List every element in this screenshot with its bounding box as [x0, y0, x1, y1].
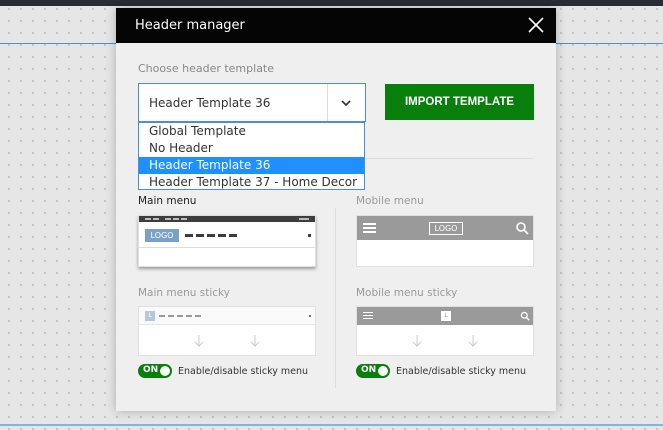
dropdown-option-template-37[interactable]: Header Template 37 - Home Decor [139, 174, 364, 191]
menu-item-dash [168, 315, 174, 317]
close-button[interactable] [525, 14, 547, 36]
toggle-state: ON [361, 365, 377, 375]
toggle-state: ON [143, 365, 159, 375]
menu-dot [308, 234, 311, 237]
mobile-sticky-toggle[interactable]: ON [356, 364, 390, 378]
mobile-sticky-bar: L [357, 307, 533, 325]
header-manager-modal: Header manager Choose header template He… [116, 8, 556, 411]
menu-item-dash [207, 234, 215, 237]
select-divider [327, 84, 328, 121]
mobile-sticky-toggle-label: Enable/disable sticky menu [396, 366, 527, 377]
mobile-bar: LOGO [357, 216, 533, 240]
menu-item-dash [159, 315, 165, 317]
modal-title: Header manager [135, 18, 245, 33]
main-sticky-toggle[interactable]: ON [138, 364, 172, 378]
close-icon [528, 17, 544, 33]
main-menu-sticky-label: Main menu sticky [138, 287, 230, 299]
main-menu-preview[interactable]: LOGO [138, 215, 316, 267]
arrow-down-icon [250, 335, 260, 347]
arrow-down-icon [194, 335, 204, 347]
column-divider [335, 208, 336, 388]
menu-item-dash [195, 315, 201, 317]
mobile-menu-label: Mobile menu [356, 195, 424, 207]
chevron-down-icon [341, 100, 351, 107]
template-select-value: Header Template 36 [149, 96, 271, 110]
topbar-link [165, 218, 171, 220]
menu-item-dash [185, 234, 193, 237]
topbar-link [181, 218, 187, 220]
menu-item-dash [186, 315, 192, 317]
mobile-menu-sticky-label: Mobile menu sticky [356, 287, 458, 299]
mobile-menu-preview[interactable]: LOGO [356, 215, 534, 267]
divider [356, 158, 534, 159]
menu-item-dash [229, 234, 237, 237]
mobile-logo-placeholder: LOGO [429, 222, 463, 235]
guide-line-bottom [0, 424, 663, 426]
toggle-knob [378, 366, 388, 376]
menu-item-dash [177, 315, 183, 317]
dropdown-option-no-header[interactable]: No Header [139, 140, 364, 157]
topbar-link [173, 218, 179, 220]
main-sticky-toggle-label: Enable/disable sticky menu [178, 366, 309, 377]
top-strip [0, 0, 663, 6]
logo-placeholder: LOGO [145, 229, 179, 242]
arrow-down-icon [468, 335, 478, 347]
preview-menu-row: LOGO [139, 222, 315, 248]
mini-logo-placeholder: L [145, 311, 155, 321]
main-sticky-preview[interactable]: L [138, 306, 316, 356]
template-dropdown-list: Global Template No Header Header Templat… [138, 122, 365, 190]
toggle-knob [160, 366, 170, 376]
topbar-link [299, 218, 309, 220]
dropdown-option-template-36[interactable]: Header Template 36 [139, 157, 364, 174]
topbar-link [145, 218, 151, 220]
sticky-menu-row: L [139, 307, 315, 325]
modal-header: Header manager [116, 8, 556, 43]
main-menu-label: Main menu [138, 195, 197, 207]
template-select[interactable]: Header Template 36 [138, 83, 366, 122]
mobile-sticky-preview[interactable]: L [356, 306, 534, 356]
topbar-link [153, 218, 159, 220]
choose-template-label: Choose header template [138, 62, 275, 75]
menu-item-dash [218, 234, 226, 237]
arrow-down-icon [412, 335, 422, 347]
dropdown-option-global[interactable]: Global Template [139, 123, 364, 140]
search-icon [520, 311, 530, 321]
search-icon [516, 222, 529, 235]
import-template-button[interactable]: IMPORT TEMPLATE [385, 84, 534, 120]
mini-logo-placeholder: L [441, 311, 451, 321]
menu-item-dash [196, 234, 204, 237]
menu-dot [309, 315, 311, 317]
